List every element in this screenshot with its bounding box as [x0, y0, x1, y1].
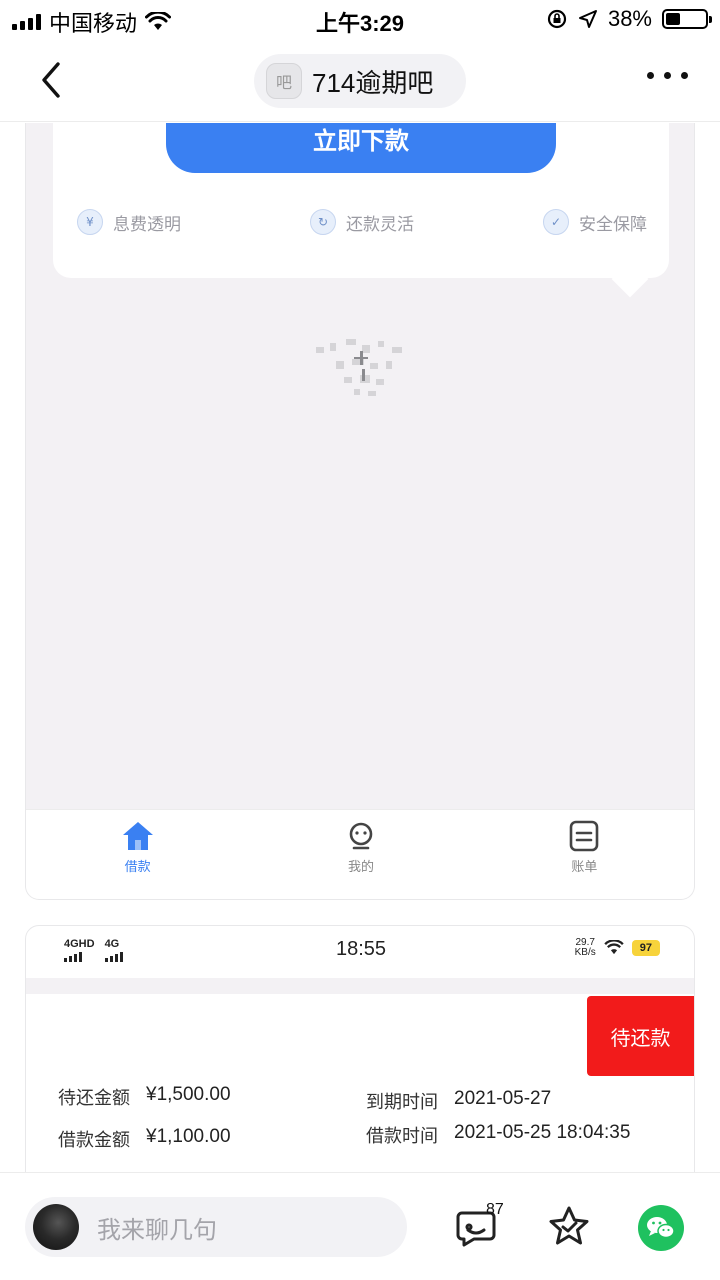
feature-label: 安全保障	[579, 214, 647, 235]
feature-list: ¥ 息费透明 ↻ 还款灵活 ✓ 安全保障	[77, 209, 647, 235]
battery-percent: 38%	[607, 6, 652, 31]
loan-time-row: 借款时间 2021-05-25 18:04:35	[366, 1122, 630, 1148]
battery-level	[666, 13, 681, 25]
pending-repayment-tag: 待还款	[587, 996, 694, 1076]
location-arrow-icon	[578, 10, 597, 28]
loan-amount-value: ¥1,100.00	[146, 1126, 231, 1147]
feature-item: ↻ 还款灵活	[310, 209, 414, 235]
more-options-icon[interactable]	[647, 72, 688, 79]
forum-title-pill[interactable]: 吧 714逾期吧	[254, 54, 466, 108]
comment-count: 87	[486, 1201, 504, 1218]
repay-icon: ↻	[310, 209, 336, 235]
feature-item: ✓ 安全保障	[543, 209, 647, 235]
due-date-value: 2021-05-27	[454, 1088, 552, 1109]
fee-icon: ¥	[77, 209, 103, 235]
download-now-button[interactable]: 立即下款	[166, 123, 556, 173]
tab-label: 账单	[571, 860, 598, 875]
home-icon	[122, 822, 153, 850]
post-image-bill-detail[interactable]: 4GHD 4G 18:55 29.7 KB/s 97 待还款 待还金额 ¥1,5…	[25, 925, 695, 1175]
wifi-icon	[604, 940, 624, 955]
forum-title: 714逾期吧	[312, 67, 434, 98]
rotation-lock-icon	[547, 9, 567, 29]
loan-amount-label: 借款金额	[58, 1130, 130, 1151]
shield-icon: ✓	[543, 209, 569, 235]
due-date-label: 到期时间	[366, 1092, 438, 1113]
loan-amount-row: 借款金额 ¥1,100.00	[58, 1126, 231, 1152]
tab-mine[interactable]: 我的	[249, 810, 472, 899]
wechat-share-icon[interactable]	[638, 1205, 684, 1251]
feature-label: 息费透明	[113, 214, 181, 235]
net-speed-unit: KB/s	[574, 947, 596, 958]
feature-label: 还款灵活	[346, 214, 414, 235]
comment-placeholder: 我来聊几句	[97, 1215, 217, 1244]
tab-label: 借款	[124, 860, 151, 875]
app-tab-bar: 借款 我的 账单	[26, 809, 694, 899]
user-avatar	[33, 1204, 79, 1250]
due-amount-label: 待还金额	[58, 1088, 130, 1109]
tab-loan[interactable]: 借款	[26, 810, 249, 899]
bill-icon	[570, 820, 599, 852]
post-image-app-home[interactable]: 立即下款 ¥ 息费透明 ↻ 还款灵活 ✓ 安全保障 借款 我的 账单	[25, 123, 695, 900]
due-date-row: 到期时间 2021-05-27	[366, 1088, 551, 1114]
comment-input[interactable]: 我来聊几句	[25, 1197, 407, 1257]
image-status-bar: 4GHD 4G 18:55 29.7 KB/s 97	[26, 926, 694, 978]
due-amount-row: 待还金额 ¥1,500.00	[58, 1084, 231, 1110]
image-battery: 97	[631, 940, 660, 956]
blurred-loading-graphic	[316, 339, 402, 396]
favorite-star-icon[interactable]	[545, 1203, 593, 1251]
status-bar: 中国移动 上午3:29 38%	[0, 0, 720, 40]
battery-icon	[662, 9, 712, 29]
loan-card: 立即下款 ¥ 息费透明 ↻ 还款灵活 ✓ 安全保障	[53, 123, 669, 298]
back-chevron-icon[interactable]	[36, 58, 72, 102]
status-right: 38%	[546, 6, 712, 32]
thread-page: 中国移动 上午3:29 38% 吧 714逾期吧 立即下款 ¥ 息费透明 ↻ 还…	[0, 0, 720, 1280]
nav-bar: 吧 714逾期吧	[0, 40, 720, 122]
loan-time-label: 借款时间	[366, 1126, 438, 1147]
image-status-right: 29.7 KB/s 97	[575, 938, 660, 958]
comment-bar: 我来聊几句 87	[0, 1172, 720, 1280]
profile-icon	[349, 822, 373, 850]
wechat-logo-icon	[647, 1217, 675, 1239]
image-header-band	[26, 978, 694, 994]
tab-bill[interactable]: 账单	[473, 810, 694, 899]
forum-avatar: 吧	[266, 63, 302, 99]
tab-label: 我的	[347, 860, 374, 875]
loan-time-value: 2021-05-25 18:04:35	[454, 1122, 631, 1143]
net-speed: 29.7 KB/s	[575, 938, 596, 958]
due-amount-value: ¥1,500.00	[146, 1084, 231, 1105]
card-pointer	[611, 260, 649, 298]
feature-item: ¥ 息费透明	[77, 209, 181, 235]
